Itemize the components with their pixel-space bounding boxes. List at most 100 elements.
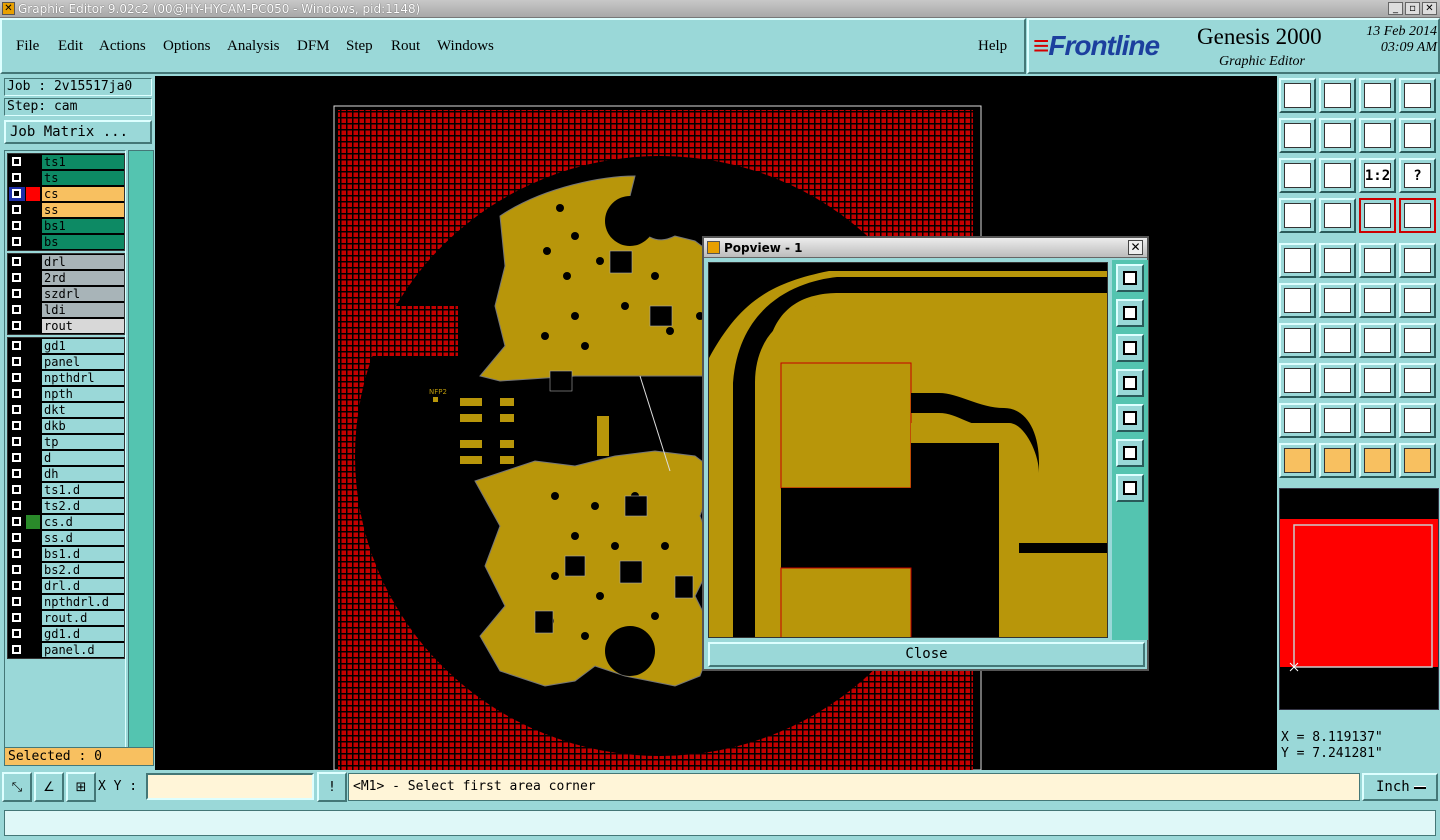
- line-split-icon[interactable]: [1319, 363, 1356, 398]
- layer-checkbox[interactable]: [9, 355, 25, 369]
- angle-line-icon[interactable]: [1279, 323, 1316, 358]
- popview-fit-icon[interactable]: [1116, 439, 1144, 467]
- layer-checkbox[interactable]: [9, 611, 25, 625]
- help-icon[interactable]: ?: [1399, 158, 1436, 193]
- line-blue-icon[interactable]: [1399, 283, 1436, 318]
- layer-checkbox[interactable]: [9, 547, 25, 561]
- layer-checkbox[interactable]: [9, 155, 25, 169]
- layer-row[interactable]: rout.d: [8, 610, 124, 626]
- layer-row[interactable]: ldi: [8, 302, 124, 318]
- layer-name[interactable]: npthdrl: [42, 371, 124, 385]
- popview-pan-up-icon[interactable]: [1116, 299, 1144, 327]
- layer-name[interactable]: gd1: [42, 339, 124, 353]
- layer-row[interactable]: dh: [8, 466, 124, 482]
- layer-row[interactable]: rout: [8, 318, 124, 334]
- layer-name[interactable]: gd1.d: [42, 627, 124, 641]
- layer-name[interactable]: dh: [42, 467, 124, 481]
- layer-name[interactable]: dkt: [42, 403, 124, 417]
- close-window-button[interactable]: ✕: [1422, 2, 1437, 15]
- layer-name[interactable]: ss.d: [42, 531, 124, 545]
- layer-row[interactable]: dkt: [8, 402, 124, 418]
- layer-checkbox[interactable]: [9, 203, 25, 217]
- layer-row[interactable]: bs: [8, 234, 124, 250]
- menu-step[interactable]: Step: [346, 38, 373, 55]
- layer-name[interactable]: panel: [42, 355, 124, 369]
- layer-row[interactable]: szdrl: [8, 286, 124, 302]
- layer-row[interactable]: bs2.d: [8, 562, 124, 578]
- layer-name[interactable]: ts1.d: [42, 483, 124, 497]
- layer-checkbox[interactable]: [9, 287, 25, 301]
- add-pad-icon[interactable]: [1279, 243, 1316, 278]
- triangle-1-icon[interactable]: [1279, 403, 1316, 438]
- triangle-2-icon[interactable]: [1319, 403, 1356, 438]
- layer-name[interactable]: cs: [42, 187, 124, 201]
- layer-name[interactable]: drl: [42, 255, 124, 269]
- grid-icon[interactable]: [1319, 198, 1356, 233]
- layer-row[interactable]: drl: [8, 254, 124, 270]
- minimize-button[interactable]: _: [1388, 2, 1403, 15]
- snap-red-icon[interactable]: [1359, 198, 1396, 233]
- layer-checkbox[interactable]: [9, 371, 25, 385]
- select-pointer-icon[interactable]: [1279, 443, 1316, 478]
- connect-icon[interactable]: [1279, 283, 1316, 318]
- layer-row[interactable]: ts: [8, 170, 124, 186]
- delete-icon[interactable]: [1319, 283, 1356, 318]
- popview-pan-right-icon[interactable]: [1116, 404, 1144, 432]
- layer-row[interactable]: d: [8, 450, 124, 466]
- job-matrix-button[interactable]: Job Matrix ...: [4, 120, 152, 144]
- popview-canvas[interactable]: [708, 262, 1108, 638]
- zoom-back-icon[interactable]: [1319, 78, 1356, 113]
- view-panel-icon[interactable]: [1399, 78, 1436, 113]
- layer-name[interactable]: d: [42, 451, 124, 465]
- menu-windows[interactable]: Windows: [437, 38, 494, 55]
- alert-icon[interactable]: !: [317, 772, 347, 802]
- popview-close-button[interactable]: Close: [708, 642, 1145, 667]
- layer-checkbox[interactable]: [9, 319, 25, 333]
- popview-pan-left-icon[interactable]: [1116, 369, 1144, 397]
- layer-name[interactable]: rout.d: [42, 611, 124, 625]
- menu-actions[interactable]: Actions: [99, 38, 146, 55]
- layer-checkbox[interactable]: [9, 271, 25, 285]
- layer-checkbox[interactable]: [9, 219, 25, 233]
- layer-checkbox[interactable]: [9, 171, 25, 185]
- arrange-icon[interactable]: [1399, 363, 1436, 398]
- layer-row[interactable]: ts1: [8, 154, 124, 170]
- layer-name[interactable]: cs.d: [42, 515, 124, 529]
- layer-checkbox[interactable]: [9, 451, 25, 465]
- layer-checkbox[interactable]: [9, 187, 25, 201]
- layer-name[interactable]: 2rd: [42, 271, 124, 285]
- layer-row[interactable]: npthdrl: [8, 370, 124, 386]
- undo-view-icon[interactable]: [1359, 118, 1396, 153]
- layer-row[interactable]: tp: [8, 434, 124, 450]
- menu-analysis[interactable]: Analysis: [227, 38, 280, 55]
- layer-row[interactable]: gd1.d: [8, 626, 124, 642]
- layer-name[interactable]: ts2.d: [42, 499, 124, 513]
- layer-row[interactable]: npth: [8, 386, 124, 402]
- layer-row[interactable]: bs1.d: [8, 546, 124, 562]
- redo-view-icon[interactable]: [1399, 118, 1436, 153]
- layer-name[interactable]: npth: [42, 387, 124, 401]
- maximize-button[interactable]: ▫: [1405, 2, 1420, 15]
- menu-dfm[interactable]: DFM: [297, 38, 330, 55]
- layer-name[interactable]: tp: [42, 435, 124, 449]
- select-net-icon[interactable]: [1399, 443, 1436, 478]
- grid-snap-icon[interactable]: ⊞: [66, 772, 96, 802]
- ratio-1-2-icon[interactable]: 1:2: [1359, 158, 1396, 193]
- ruler-icon[interactable]: [1359, 243, 1396, 278]
- layer-checkbox[interactable]: [9, 579, 25, 593]
- layer-name[interactable]: ts: [42, 171, 124, 185]
- measure-icon[interactable]: [1279, 198, 1316, 233]
- layer-row[interactable]: ts1.d: [8, 482, 124, 498]
- popview-close-icon[interactable]: ✕: [1128, 240, 1143, 255]
- layer-checkbox[interactable]: [9, 627, 25, 641]
- layer-checkbox[interactable]: [9, 499, 25, 513]
- menu-file[interactable]: File: [16, 38, 39, 55]
- fit-all-icon[interactable]: [1279, 158, 1316, 193]
- layer-row[interactable]: drl.d: [8, 578, 124, 594]
- layer-name[interactable]: dkb: [42, 419, 124, 433]
- select-box-icon[interactable]: [1319, 443, 1356, 478]
- layer-name[interactable]: bs1: [42, 219, 124, 233]
- menu-options[interactable]: Options: [163, 38, 211, 55]
- layer-checkbox[interactable]: [9, 235, 25, 249]
- layer-checkbox[interactable]: [9, 643, 25, 657]
